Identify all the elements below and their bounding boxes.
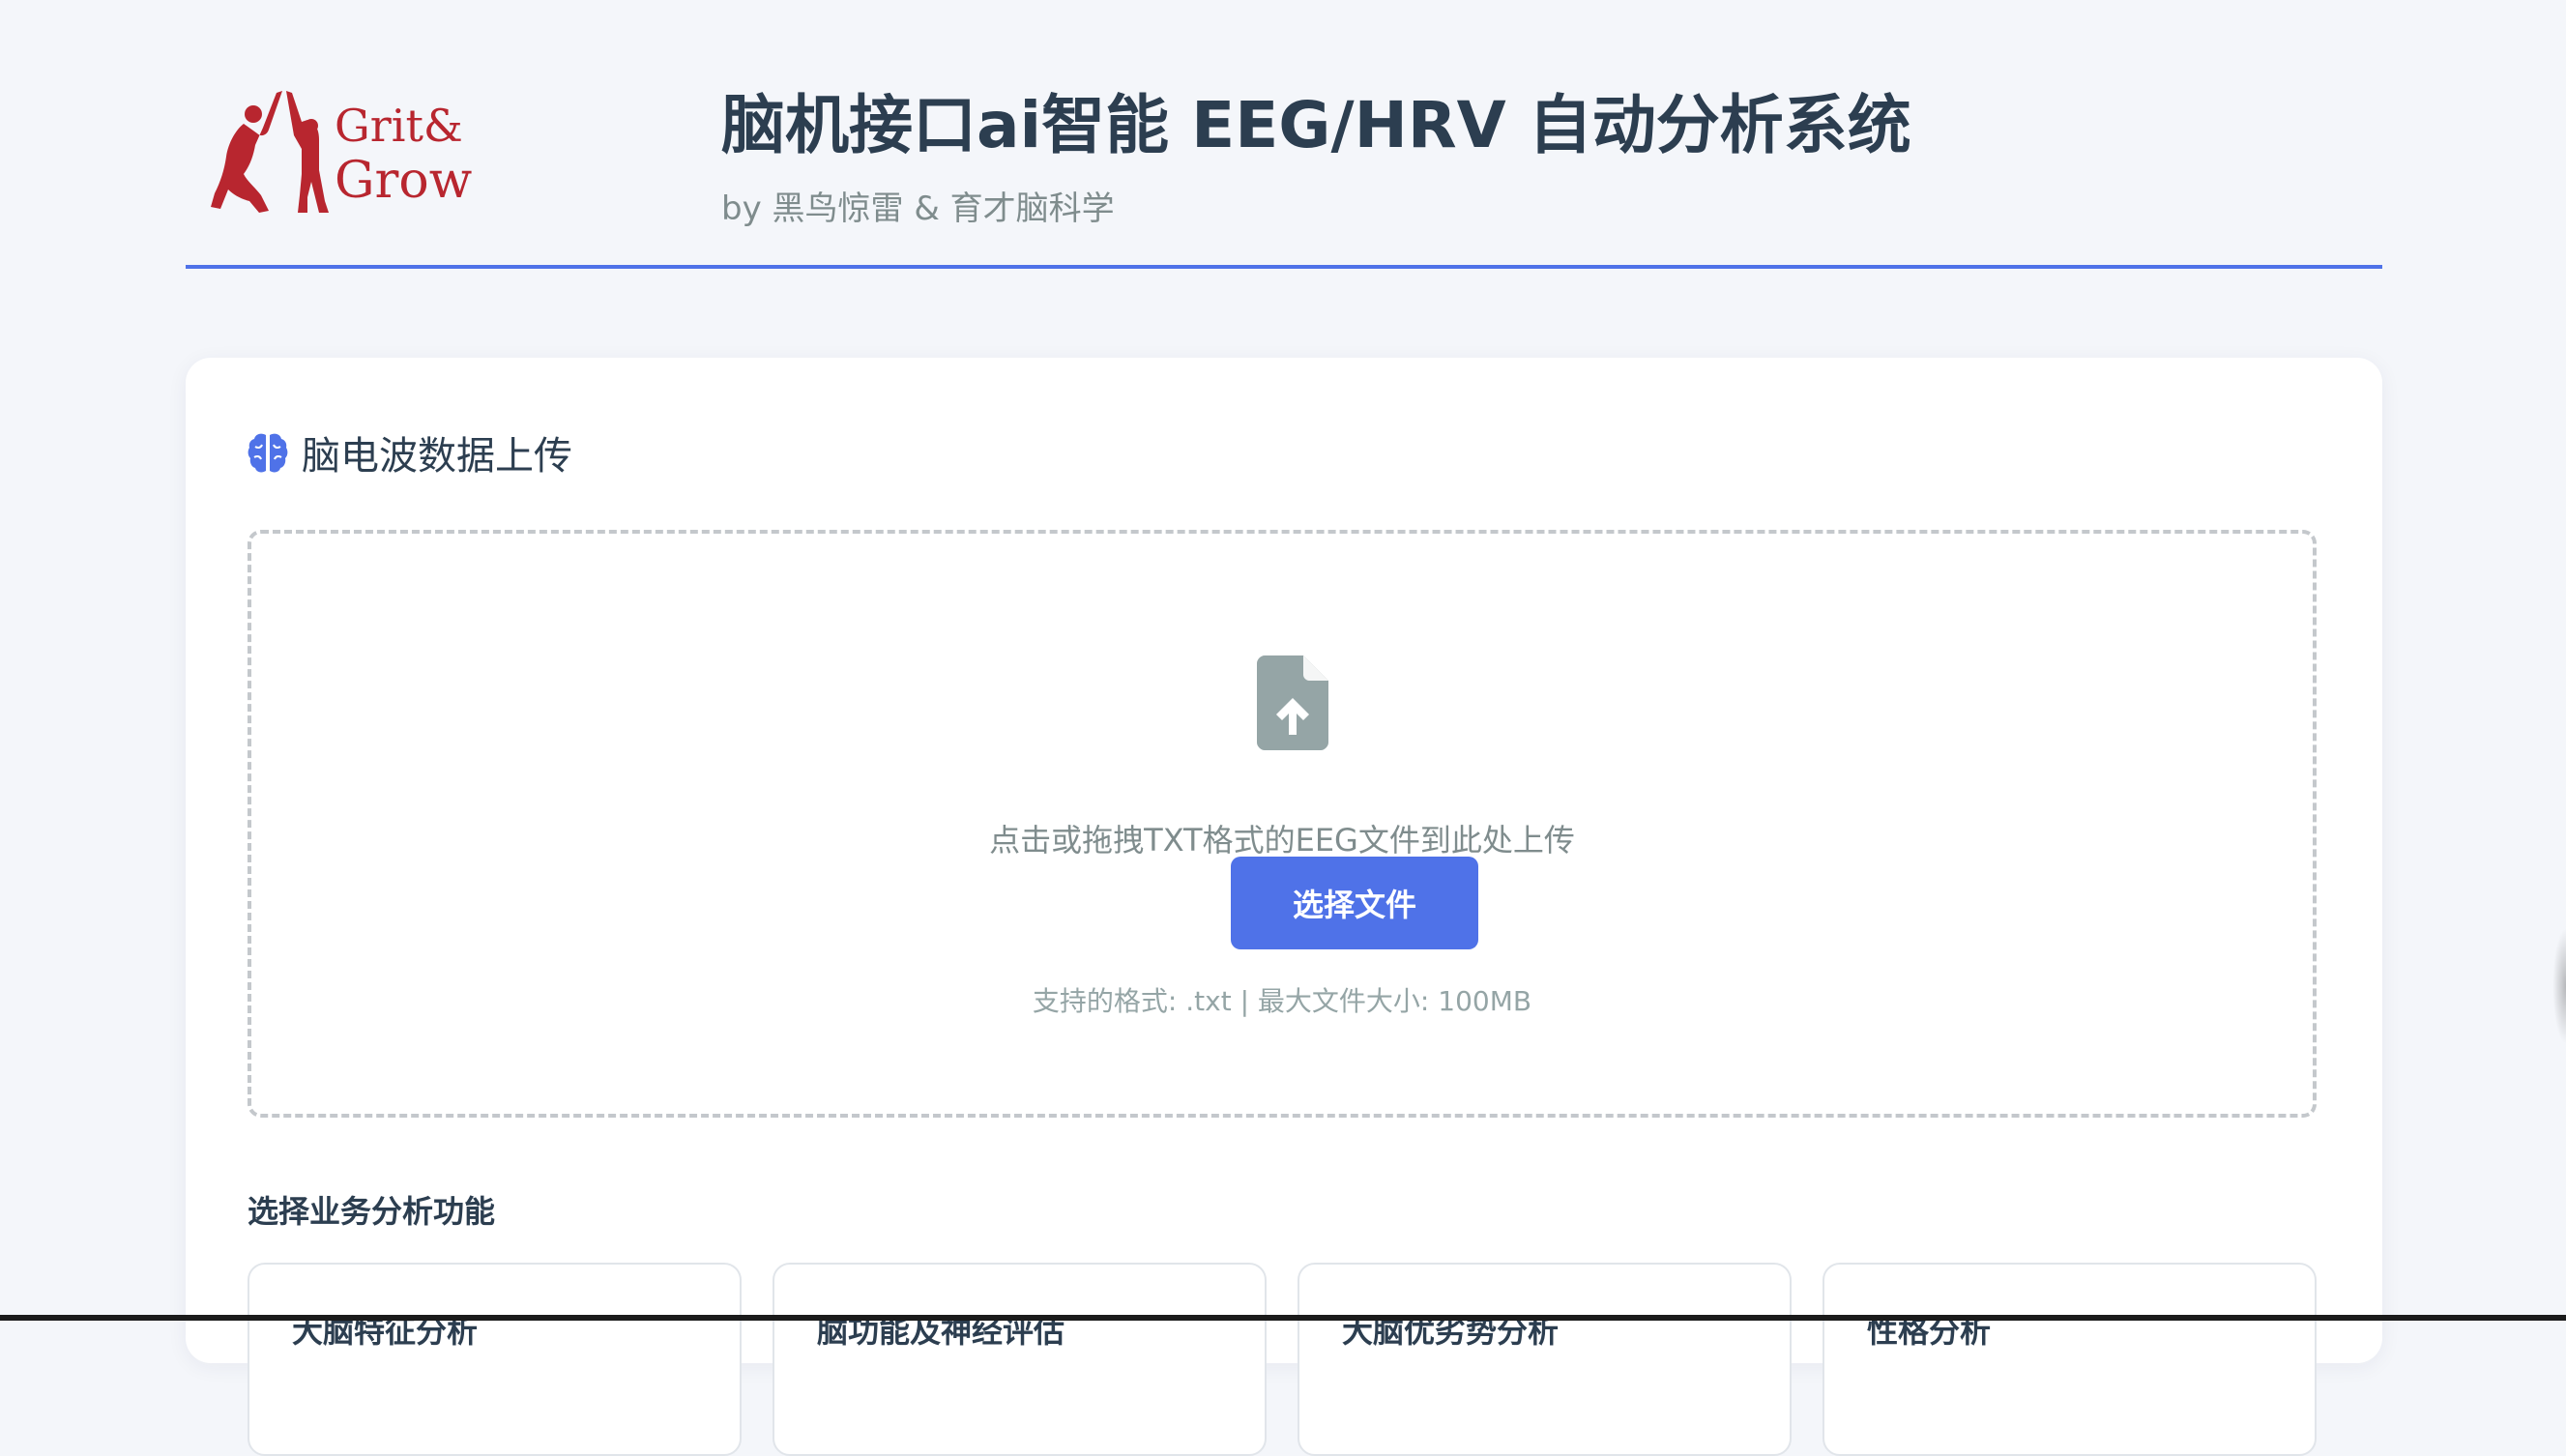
page-subtitle: by 黑鸟惊雷 & 育才脑科学 [721,189,1115,228]
page-header: Grit& Grow 脑机接口ai智能 EEG/HRV 自动分析系统 by 黑鸟… [186,0,2382,269]
function-card-label: 性格分析 [1867,1313,1992,1350]
function-card-personality[interactable]: 性格分析 [1822,1263,2317,1456]
file-upload-icon [1257,655,1328,750]
grit-grow-logo: Grit& Grow [199,81,489,217]
upload-section-header: 脑电波数据上传 [248,423,572,481]
supported-formats-text: 支持的格式: .txt | 最大文件大小: 100MB [1032,985,1532,1017]
upload-card: 脑电波数据上传 点击或拖拽TXT格式的EEG文件到此处上传 选择文件 支持的格式… [186,358,2382,1456]
function-card-neuro-assessment[interactable]: 脑功能及神经评估 [773,1263,1267,1456]
function-options: 大脑特征分析 脑功能及神经评估 大脑优劣势分析 性格分析 [248,1263,2317,1456]
upload-section-title: 脑电波数据上传 [302,434,572,479]
function-card-label: 脑功能及神经评估 [817,1313,1065,1350]
svg-text:Grow: Grow [335,152,472,210]
function-card-label: 大脑特征分析 [292,1313,479,1350]
dropzone-instructions: 点击或拖拽TXT格式的EEG文件到此处上传 [989,822,1575,859]
function-section-label: 选择业务分析功能 [248,1193,496,1230]
file-dropzone[interactable]: 点击或拖拽TXT格式的EEG文件到此处上传 选择文件 支持的格式: .txt |… [248,530,2317,1118]
svg-text:Grit&: Grit& [335,100,463,152]
function-card-strengths[interactable]: 大脑优劣势分析 [1298,1263,1792,1456]
window-edge-shadow [2552,928,2566,1044]
function-card-label: 大脑优劣势分析 [1342,1313,1560,1350]
choose-file-button[interactable]: 选择文件 [1231,857,1478,949]
window-bottom-edge [0,1315,2566,1321]
function-card-brain-features[interactable]: 大脑特征分析 [248,1263,742,1456]
page-title: 脑机接口ai智能 EEG/HRV 自动分析系统 [721,88,1911,162]
brain-icon [248,433,288,473]
